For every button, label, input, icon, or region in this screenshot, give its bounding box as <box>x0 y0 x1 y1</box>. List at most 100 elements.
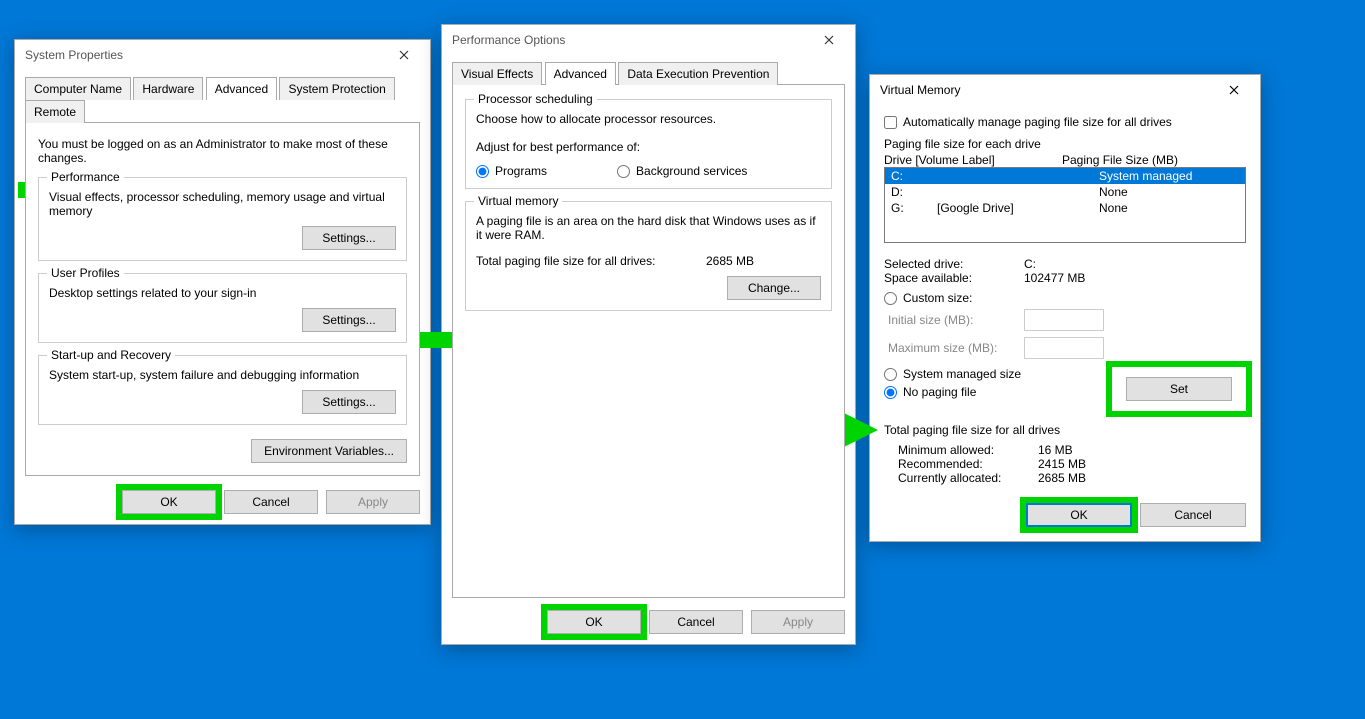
tab-visual-effects[interactable]: Visual Effects <box>452 62 542 85</box>
ok-button[interactable]: OK <box>1026 503 1132 527</box>
tab-computer-name[interactable]: Computer Name <box>25 77 131 100</box>
drive-size: System managed <box>1099 169 1239 183</box>
user-profiles-legend: User Profiles <box>47 266 124 280</box>
drive-list-header: Drive [Volume Label] Paging File Size (M… <box>884 153 1246 167</box>
user-profiles-desc: Desktop settings related to your sign-in <box>49 286 396 300</box>
processor-scheduling-group: Processor scheduling Choose how to alloc… <box>465 99 832 189</box>
min-allowed-value: 16 MB <box>1038 443 1073 457</box>
each-drive-label: Paging file size for each drive <box>884 137 1246 151</box>
currently-allocated-label: Currently allocated: <box>898 471 1038 485</box>
drive-size: None <box>1099 201 1239 215</box>
set-button[interactable]: Set <box>1126 377 1232 401</box>
titlebar: System Properties <box>15 40 430 70</box>
min-allowed-label: Minimum allowed: <box>898 443 1038 457</box>
no-paging-label: No paging file <box>903 385 976 399</box>
maximum-size-input[interactable] <box>1024 337 1104 359</box>
recommended-value: 2415 MB <box>1038 457 1086 471</box>
startup-recovery-group: Start-up and Recovery System start-up, s… <box>38 355 407 425</box>
cancel-button[interactable]: Cancel <box>224 490 318 514</box>
tab-advanced[interactable]: Advanced <box>545 62 616 85</box>
drive-row[interactable]: G: [Google Drive] None <box>885 200 1245 216</box>
selected-drive-label: Selected drive: <box>884 257 1024 271</box>
space-available-label: Space available: <box>884 271 1024 285</box>
radio-no-paging-file[interactable]: No paging file <box>884 385 1021 399</box>
performance-options-dialog: Performance Options Visual Effects Advan… <box>441 24 856 645</box>
startup-settings-button[interactable]: Settings... <box>302 390 396 414</box>
currently-allocated-value: 2685 MB <box>1038 471 1086 485</box>
user-profiles-settings-button[interactable]: Settings... <box>302 308 396 332</box>
auto-manage-checkbox[interactable]: Automatically manage paging file size fo… <box>884 115 1246 129</box>
drive-list[interactable]: C: System managed D: None G: [Google Dri… <box>884 167 1246 243</box>
drive-label: [Google Drive] <box>937 201 1099 215</box>
close-button[interactable] <box>809 28 849 52</box>
drive-row[interactable]: D: None <box>885 184 1245 200</box>
initial-size-input[interactable] <box>1024 309 1104 331</box>
ok-button[interactable]: OK <box>122 490 216 514</box>
drive-size: None <box>1099 185 1239 199</box>
radio-background-services[interactable]: Background services <box>617 164 747 178</box>
space-available-value: 102477 MB <box>1024 271 1085 285</box>
system-managed-label: System managed size <box>903 367 1021 381</box>
virtual-memory-group: Virtual memory A paging file is an area … <box>465 201 832 311</box>
tab-system-protection[interactable]: System Protection <box>279 77 394 100</box>
virtual-memory-dialog: Virtual Memory Automatically manage pagi… <box>869 74 1261 542</box>
proc-legend: Processor scheduling <box>474 92 597 106</box>
proc-desc: Choose how to allocate processor resourc… <box>476 112 821 126</box>
cancel-button[interactable]: Cancel <box>649 610 743 634</box>
vm-legend: Virtual memory <box>474 194 562 208</box>
system-properties-dialog: System Properties Computer Name Hardware… <box>14 39 431 525</box>
titlebar: Performance Options <box>442 25 855 55</box>
drive-label <box>937 169 1099 183</box>
drive-row[interactable]: C: System managed <box>885 168 1245 184</box>
radio-system-managed[interactable]: System managed size <box>884 367 1021 381</box>
tab-hardware[interactable]: Hardware <box>133 77 203 100</box>
totals-header: Total paging file size for all drives <box>884 423 1246 437</box>
proc-adjust: Adjust for best performance of: <box>476 140 821 154</box>
tab-dep[interactable]: Data Execution Prevention <box>618 62 778 85</box>
admin-note: You must be logged on as an Administrato… <box>38 137 407 165</box>
cancel-button[interactable]: Cancel <box>1140 503 1246 527</box>
performance-legend: Performance <box>47 170 124 184</box>
vm-total-label: Total paging file size for all drives: <box>476 254 706 268</box>
drive-letter: D: <box>891 185 937 199</box>
radio-custom-size[interactable]: Custom size: <box>884 291 1246 305</box>
custom-size-label: Custom size: <box>903 291 972 305</box>
auto-manage-label: Automatically manage paging file size fo… <box>903 115 1172 129</box>
dialog-title: System Properties <box>25 48 123 62</box>
vm-desc: A paging file is an area on the hard dis… <box>476 214 821 242</box>
hdr-drive: Drive [Volume Label] <box>884 153 1062 167</box>
close-button[interactable] <box>384 43 424 67</box>
ok-button[interactable]: OK <box>547 610 641 634</box>
drive-letter: C: <box>891 169 937 183</box>
close-button[interactable] <box>1214 78 1254 102</box>
radio-programs-label: Programs <box>495 164 547 178</box>
tab-advanced[interactable]: Advanced <box>206 77 277 100</box>
radio-programs[interactable]: Programs <box>476 164 547 178</box>
apply-button[interactable]: Apply <box>751 610 845 634</box>
dialog-title: Virtual Memory <box>880 83 960 97</box>
tab-panel-advanced: You must be logged on as an Administrato… <box>25 122 420 476</box>
selected-drive-value: C: <box>1024 257 1036 271</box>
tab-remote[interactable]: Remote <box>25 100 85 123</box>
tabs: Visual Effects Advanced Data Execution P… <box>452 61 845 84</box>
apply-button[interactable]: Apply <box>326 490 420 514</box>
performance-group: Performance Visual effects, processor sc… <box>38 177 407 261</box>
recommended-label: Recommended: <box>898 457 1038 471</box>
tab-panel-advanced: Processor scheduling Choose how to alloc… <box>452 84 845 598</box>
user-profiles-group: User Profiles Desktop settings related t… <box>38 273 407 343</box>
hdr-size: Paging File Size (MB) <box>1062 153 1178 167</box>
performance-desc: Visual effects, processor scheduling, me… <box>49 190 396 218</box>
startup-desc: System start-up, system failure and debu… <box>49 368 396 382</box>
environment-variables-button[interactable]: Environment Variables... <box>251 439 407 463</box>
initial-size-label: Initial size (MB): <box>888 313 1014 327</box>
maximum-size-label: Maximum size (MB): <box>888 341 1014 355</box>
performance-settings-button[interactable]: Settings... <box>302 226 396 250</box>
drive-label <box>937 185 1099 199</box>
startup-legend: Start-up and Recovery <box>47 348 175 362</box>
dialog-title: Performance Options <box>452 33 565 47</box>
vm-change-button[interactable]: Change... <box>727 276 821 300</box>
titlebar: Virtual Memory <box>870 75 1260 105</box>
tabs: Computer Name Hardware Advanced System P… <box>25 76 420 122</box>
drive-letter: G: <box>891 201 937 215</box>
vm-total-value: 2685 MB <box>706 254 754 268</box>
